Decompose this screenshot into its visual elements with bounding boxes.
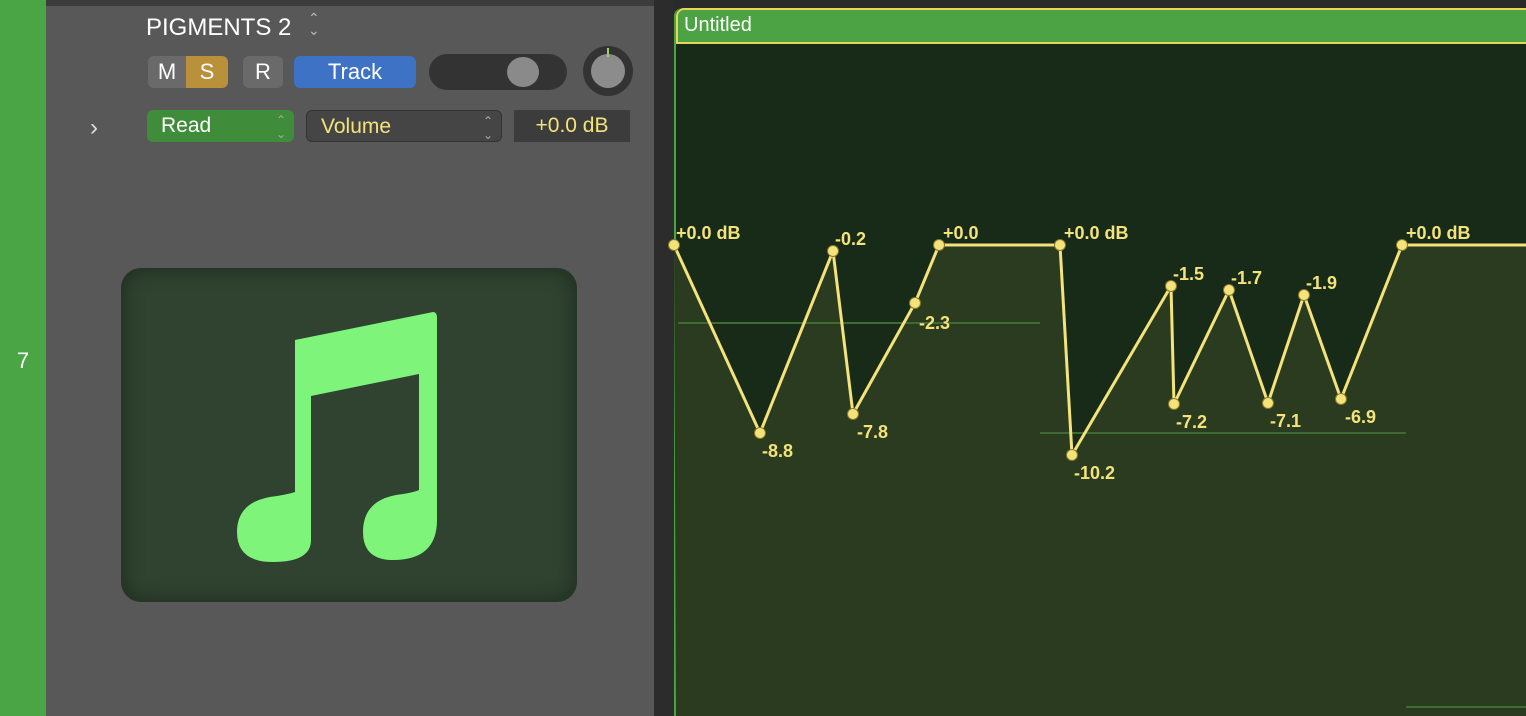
automation-point-label: -1.7 — [1231, 268, 1262, 288]
automation-point[interactable] — [1262, 397, 1274, 409]
automation-point-label: +0.0 dB — [1064, 223, 1129, 243]
automation-point[interactable] — [909, 297, 921, 309]
automation-point-label: +0.0 dB — [676, 223, 741, 243]
automation-point-label: -7.8 — [857, 422, 888, 442]
automation-point-label: -0.2 — [835, 229, 866, 249]
automation-point[interactable] — [1335, 393, 1347, 405]
automation-point-label: -1.9 — [1306, 273, 1337, 293]
automation-lane[interactable]: +0.0 dB -8.8 -0.2 -7.8 -2.3 +0.0 +0.0 dB -10.2 -… — [0, 0, 1526, 716]
automation-point[interactable] — [847, 408, 859, 420]
automation-point-label: +0.0 dB — [1406, 223, 1471, 243]
automation-point-label: -2.3 — [919, 313, 950, 333]
automation-point-label: +0.0 — [943, 223, 979, 243]
automation-point-label: -6.9 — [1345, 407, 1376, 427]
automation-point[interactable] — [1066, 449, 1078, 461]
automation-point-label: -8.8 — [762, 441, 793, 461]
automation-point-label: -10.2 — [1074, 463, 1115, 483]
automation-point[interactable] — [1168, 398, 1180, 410]
automation-point-label: -1.5 — [1173, 264, 1204, 284]
automation-point-label: -7.2 — [1176, 412, 1207, 432]
automation-point-label: -7.1 — [1270, 411, 1301, 431]
automation-point[interactable] — [754, 427, 766, 439]
